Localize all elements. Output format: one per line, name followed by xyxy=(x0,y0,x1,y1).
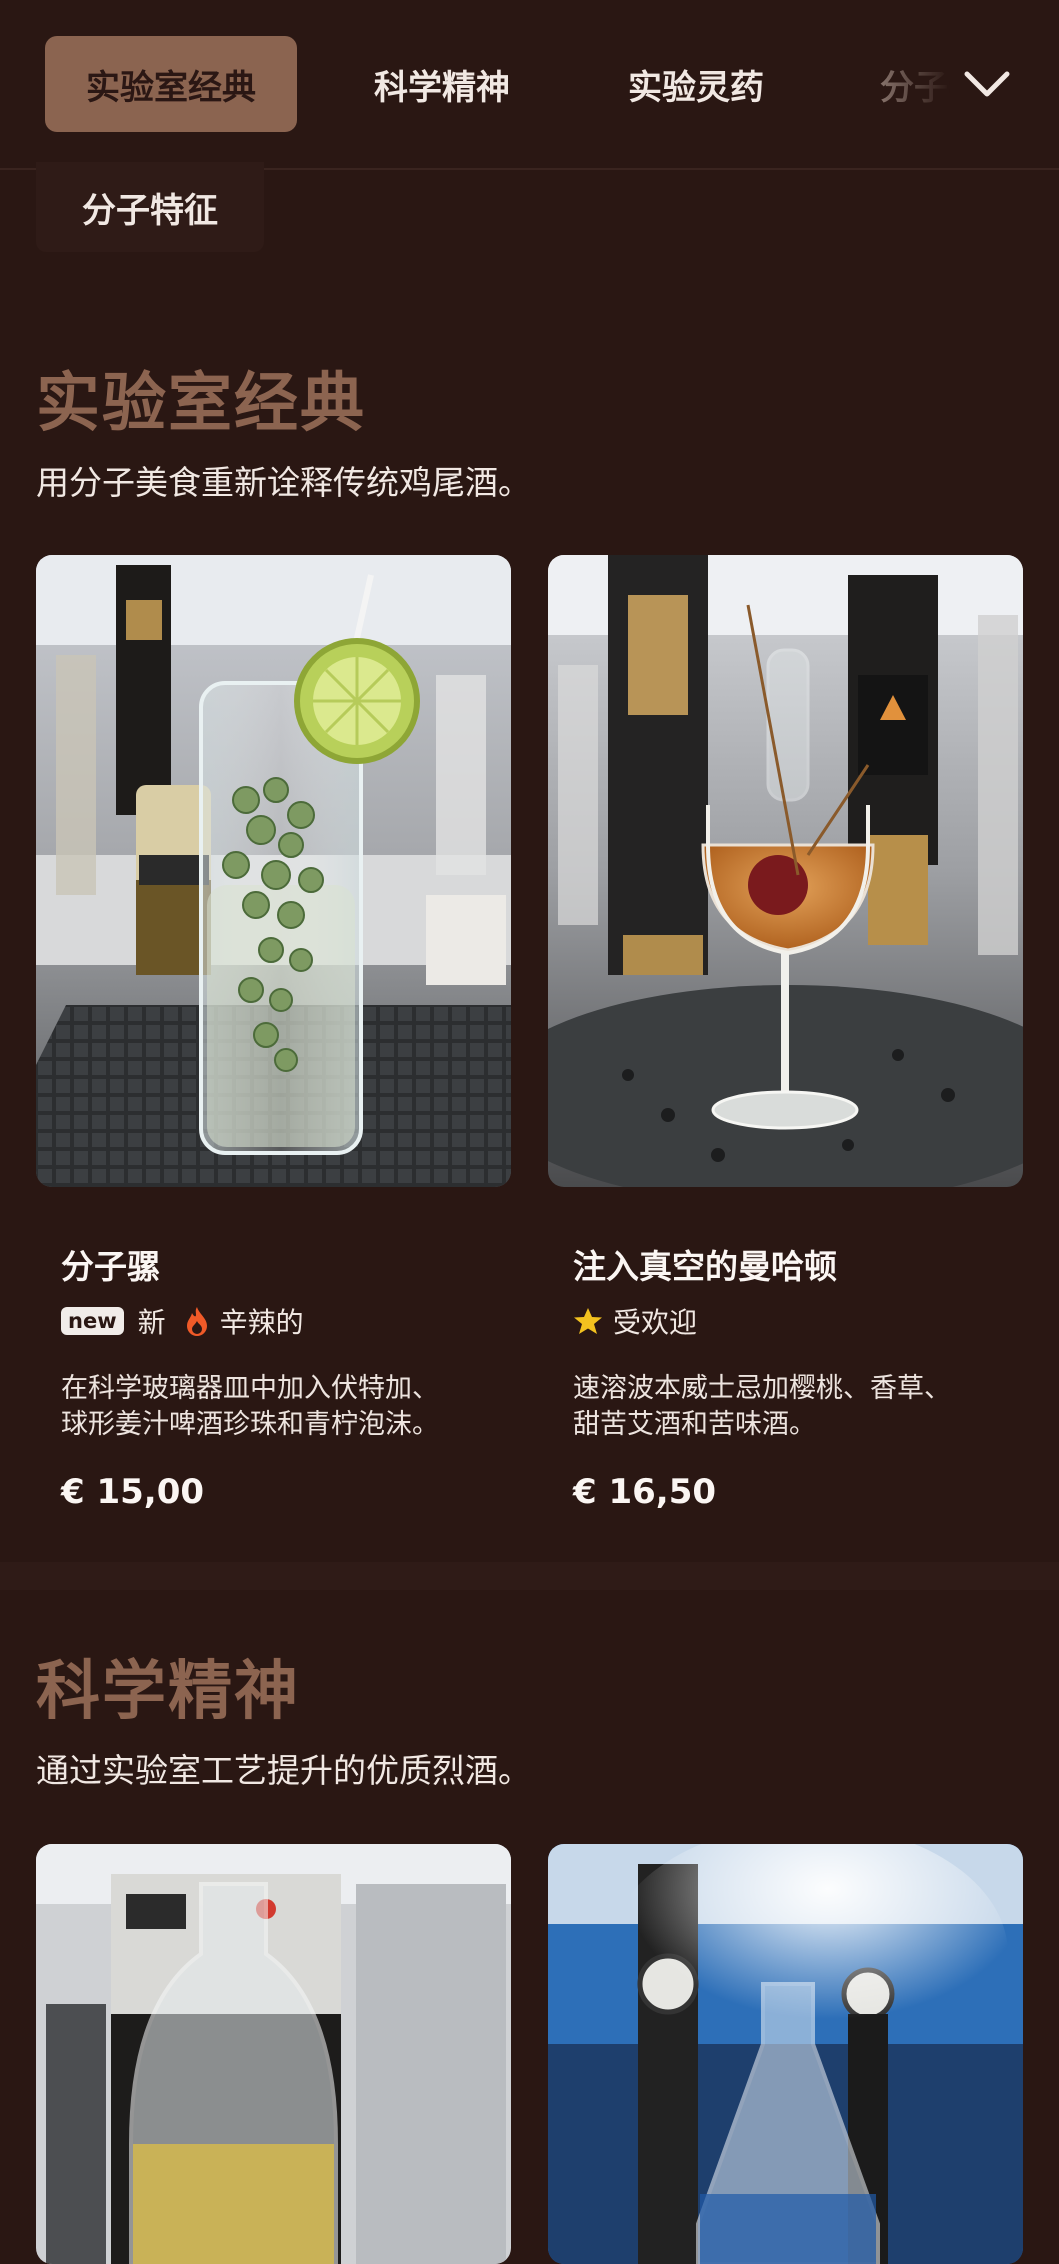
drink-photo xyxy=(36,1844,511,2264)
tag-label: 新 xyxy=(137,1306,166,1339)
item-description: 在科学玻璃器皿中加入伏特加、 球形姜汁啤酒珍珠和青柠泡沫。 xyxy=(61,1373,439,1440)
section-subtitle: 用分子美食重新诠释传统鸡尾酒。 xyxy=(36,463,531,502)
item-name: 分子骡 xyxy=(61,1247,160,1286)
menu-card[interactable]: 注入真空的曼哈顿 受欢迎 速溶波本威士忌加樱桃、香草、 甜苦艾酒和苦味酒。 € … xyxy=(548,555,1023,1535)
item-name: 注入真空的曼哈顿 xyxy=(573,1247,837,1286)
menu-card[interactable] xyxy=(36,1844,511,2264)
category-tab-bar: 实验室经典 科学精神 实验灵药 分子特征 xyxy=(0,0,1059,170)
tab-lab-classics[interactable]: 实验室经典 xyxy=(45,36,297,132)
item-tags: new 新 辛辣的 xyxy=(61,1301,322,1341)
drink-photo xyxy=(548,555,1023,1187)
menu-card[interactable] xyxy=(548,1844,1023,2264)
item-price: € 15,00 xyxy=(61,1472,205,1512)
item-description: 速溶波本威士忌加樱桃、香草、 甜苦艾酒和苦味酒。 xyxy=(573,1373,951,1440)
tab-molecular-signature-partial[interactable]: 分子特征 xyxy=(840,36,950,132)
tab-science-spirit[interactable]: 科学精神 xyxy=(333,36,551,132)
menu-card[interactable]: 分子骡 new 新 辛辣的 在科学玻璃器皿中加入伏特加、 球形姜汁啤酒珍珠和青柠… xyxy=(36,555,511,1535)
fire-icon xyxy=(186,1307,207,1336)
item-tags: 受欢迎 xyxy=(573,1301,715,1341)
new-badge: new xyxy=(61,1307,124,1335)
tag-label: 辛辣的 xyxy=(219,1306,304,1339)
section-title: 实验室经典 xyxy=(36,367,366,441)
item-price: € 16,50 xyxy=(573,1472,717,1512)
tag-label: 受欢迎 xyxy=(613,1306,698,1339)
chevron-down-icon[interactable] xyxy=(957,54,1017,114)
drink-photo xyxy=(548,1844,1023,2264)
section-title: 科学精神 xyxy=(36,1655,300,1729)
star-icon xyxy=(574,1308,602,1334)
tab-lab-elixirs[interactable]: 实验灵药 xyxy=(587,36,805,132)
drink-photo xyxy=(36,555,511,1187)
tab-molecular-signature[interactable]: 分子特征 xyxy=(36,162,264,252)
section-subtitle: 通过实验室工艺提升的优质烈酒。 xyxy=(36,1751,531,1790)
section-divider xyxy=(0,1562,1059,1590)
